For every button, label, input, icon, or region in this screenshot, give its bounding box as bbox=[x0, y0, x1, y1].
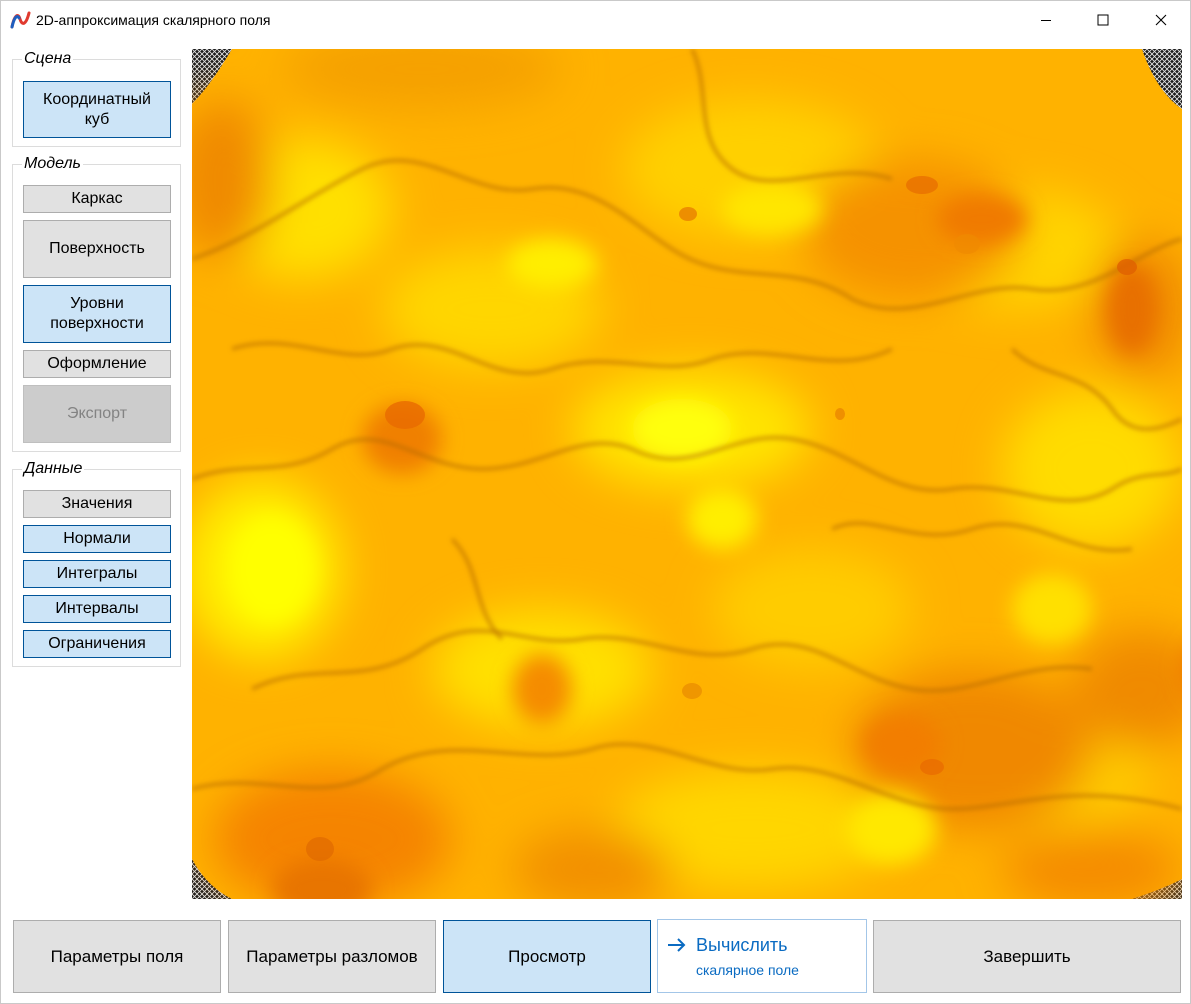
close-icon bbox=[1155, 14, 1167, 26]
normals-button[interactable]: Нормали bbox=[23, 525, 171, 553]
window-title: 2D-аппроксимация скалярного поля bbox=[36, 12, 271, 28]
field-parameters-button[interactable]: Параметры поля bbox=[13, 920, 221, 993]
coordinate-cube-label-line2: куб bbox=[84, 110, 110, 128]
normals-button-label: Нормали bbox=[63, 530, 131, 547]
design-button[interactable]: Оформление bbox=[23, 350, 171, 378]
app-window: 2D-аппроксимация скалярного поля Сцена К… bbox=[0, 0, 1191, 1004]
intervals-button[interactable]: Интервалы bbox=[23, 595, 171, 623]
integrals-button[interactable]: Интегралы bbox=[23, 560, 171, 588]
export-button-label: Экспорт bbox=[66, 405, 128, 422]
design-button-label: Оформление bbox=[47, 355, 147, 372]
title-bar[interactable]: 2D-аппроксимация скалярного поля bbox=[1, 1, 1191, 39]
intervals-button-label: Интервалы bbox=[55, 600, 139, 617]
fault-parameters-button[interactable]: Параметры разломов bbox=[228, 920, 436, 993]
minimize-icon bbox=[1041, 20, 1051, 21]
compute-scalar-field-button[interactable]: Вычислить скалярное поле bbox=[657, 919, 867, 993]
scene-group: Сцена Координатный куб bbox=[12, 50, 181, 147]
values-button-label: Значения bbox=[61, 495, 133, 512]
minimize-button[interactable] bbox=[1017, 1, 1075, 39]
model-group: Модель Каркас Поверхность Уровни поверхн… bbox=[12, 155, 181, 452]
field-parameters-label: Параметры поля bbox=[50, 946, 184, 966]
compute-sub-label: скалярное поле bbox=[696, 962, 799, 978]
preview-button[interactable]: Просмотр bbox=[443, 920, 651, 993]
surface-levels-button[interactable]: Уровни поверхности bbox=[23, 285, 171, 343]
maximize-button[interactable] bbox=[1074, 1, 1132, 39]
close-button[interactable] bbox=[1132, 1, 1190, 39]
surface-levels-label-line2: поверхности bbox=[50, 315, 144, 332]
scalar-field-viewport[interactable] bbox=[192, 49, 1182, 899]
data-group-label: Данные bbox=[22, 460, 85, 478]
app-logo-icon bbox=[10, 11, 31, 29]
finish-label: Завершить bbox=[983, 946, 1071, 966]
preview-label: Просмотр bbox=[508, 946, 586, 966]
integrals-button-label: Интегралы bbox=[56, 565, 138, 582]
coordinate-cube-label-line1: Координатный bbox=[43, 90, 151, 108]
finish-button[interactable]: Завершить bbox=[873, 920, 1181, 993]
frame-button[interactable]: Каркас bbox=[23, 185, 171, 213]
scalar-field-surface[interactable] bbox=[192, 49, 1182, 899]
maximize-icon bbox=[1097, 14, 1109, 26]
surface-levels-label-line1: Уровни bbox=[70, 295, 124, 312]
surface-button[interactable]: Поверхность bbox=[23, 220, 171, 278]
constraints-button[interactable]: Ограничения bbox=[23, 630, 171, 658]
compute-main-label: Вычислить bbox=[696, 935, 788, 955]
surface-button-label: Поверхность bbox=[49, 240, 145, 257]
constraints-button-label: Ограничения bbox=[48, 635, 146, 652]
frame-button-label: Каркас bbox=[71, 190, 123, 207]
scene-group-label: Сцена bbox=[22, 50, 74, 68]
values-button[interactable]: Значения bbox=[23, 490, 171, 518]
arrow-right-icon bbox=[668, 938, 686, 952]
model-group-label: Модель bbox=[22, 155, 83, 173]
fault-parameters-label: Параметры разломов bbox=[246, 946, 418, 966]
export-button[interactable]: Экспорт bbox=[23, 385, 171, 443]
data-group: Данные Значения Нормали Интегралы Интерв… bbox=[12, 460, 181, 667]
coordinate-cube-button[interactable]: Координатный куб bbox=[23, 81, 171, 138]
